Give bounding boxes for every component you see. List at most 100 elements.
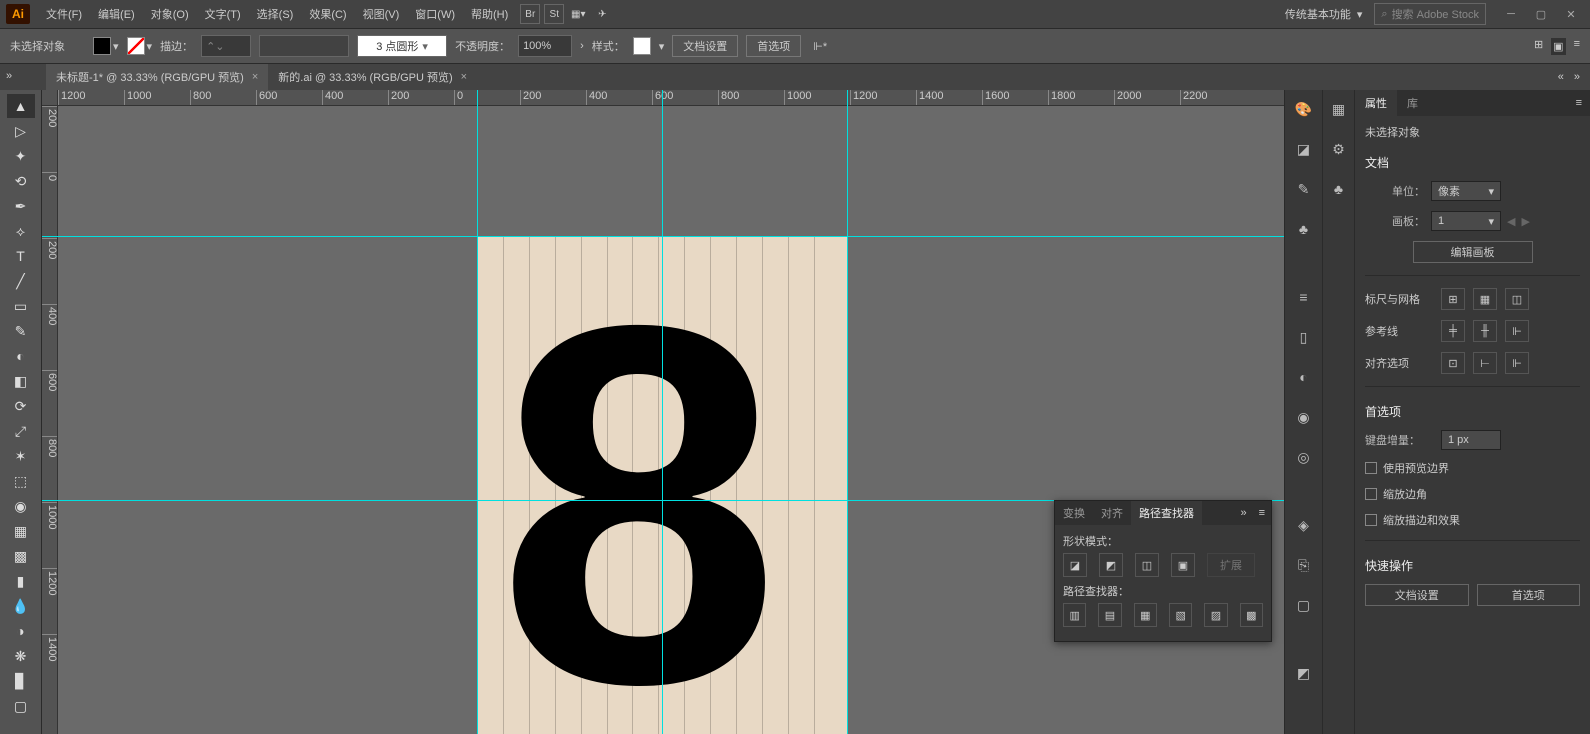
menu-select[interactable]: 选择(S) (249, 0, 302, 28)
guide-horizontal[interactable] (42, 236, 1284, 237)
panel-collapse-icon[interactable]: » (1234, 507, 1252, 519)
graphic-styles-icon[interactable]: ◎ (1293, 446, 1315, 468)
snap-pixel-icon[interactable]: ⊡ (1441, 352, 1465, 374)
panel-toggle-icon[interactable]: ▣ (1551, 38, 1565, 55)
eyedropper-tool[interactable]: 💧 (7, 594, 35, 618)
keyboard-increment-input[interactable]: 1 px (1441, 430, 1501, 450)
free-transform-tool[interactable]: ⬚ (7, 469, 35, 493)
tab-pathfinder[interactable]: 路径查找器 (1131, 501, 1202, 525)
width-tool[interactable]: ✶ (7, 444, 35, 468)
guide-vertical[interactable] (477, 90, 478, 734)
close-tab-icon[interactable]: × (252, 71, 258, 83)
club-icon[interactable]: ♣ (1328, 178, 1350, 200)
search-stock[interactable]: ⌕ 搜索 Adobe Stock (1374, 3, 1486, 25)
ruler-horizontal[interactable]: 1200100080060040020002004006008001000120… (58, 90, 1284, 106)
outline-icon[interactable]: ▨ (1204, 603, 1227, 627)
direct-selection-tool[interactable]: ▷ (7, 119, 35, 143)
menu-window[interactable]: 窗口(W) (407, 0, 463, 28)
style-swatch[interactable] (633, 37, 651, 55)
snap-grid-icon[interactable]: ⊩ (1505, 352, 1529, 374)
artboard-tool[interactable]: ▢ (7, 694, 35, 718)
edit-artboards-button[interactable]: 编辑画板 (1413, 241, 1533, 263)
checkbox-preview-bounds[interactable]: 使用预览边界 (1365, 460, 1580, 476)
stroke-swatch[interactable] (127, 37, 145, 55)
perspective-tool[interactable]: ▦ (7, 519, 35, 543)
type-tool[interactable]: T (7, 244, 35, 268)
menu-file[interactable]: 文件(F) (38, 0, 90, 28)
guide-vertical[interactable] (847, 90, 848, 734)
scale-tool[interactable]: ⤢ (7, 419, 35, 443)
minimize-button[interactable]: ─ (1498, 4, 1524, 24)
checkbox-scale-strokes[interactable]: 缩放描边和效果 (1365, 512, 1580, 528)
bridge-icon[interactable]: Br (520, 4, 540, 24)
transparency-grid-icon[interactable]: ◫ (1505, 288, 1529, 310)
smart-guides-icon[interactable]: ⊩ (1505, 320, 1529, 342)
close-button[interactable]: ✕ (1558, 4, 1584, 24)
quick-preferences-button[interactable]: 首选项 (1477, 584, 1581, 606)
arrange-icon[interactable]: ▦▾ (568, 4, 588, 24)
ruler-origin[interactable] (42, 90, 58, 106)
lasso-tool[interactable]: ⟲ (7, 169, 35, 193)
var-width-profile[interactable] (259, 35, 349, 57)
menu-object[interactable]: 对象(O) (143, 0, 197, 28)
recolor-icon[interactable]: ⚙ (1328, 138, 1350, 160)
panel-menu-icon[interactable]: ≡ (1568, 97, 1590, 109)
mesh-tool[interactable]: ▩ (7, 544, 35, 568)
gpu-icon[interactable]: ✈ (592, 4, 612, 24)
prev-artboard-icon[interactable]: ◀ (1507, 215, 1515, 228)
panel-menu-icon[interactable]: ≡ (1253, 507, 1271, 519)
chevron-down-icon[interactable]: ▾ (113, 40, 119, 53)
transparency-icon[interactable]: ◐ (1293, 366, 1315, 388)
swatches-icon[interactable]: ◪ (1293, 138, 1315, 160)
grid-icon[interactable]: ▦ (1473, 288, 1497, 310)
gradient-tool[interactable]: ▮ (7, 569, 35, 593)
curvature-tool[interactable]: ⟡ (7, 219, 35, 243)
guide-vertical[interactable] (662, 90, 663, 734)
expand-tools-icon[interactable]: » (6, 70, 12, 82)
menu-effect[interactable]: 效果(C) (301, 0, 354, 28)
chevron-down-icon[interactable]: ▾ (147, 40, 153, 53)
color-panel-icon[interactable]: 🎨 (1293, 98, 1315, 120)
pathfinder-dock-icon[interactable]: ◩ (1293, 662, 1315, 684)
collapse-panel-icon[interactable]: « (1558, 71, 1564, 83)
stock-icon[interactable]: St (544, 4, 564, 24)
snap-point-icon[interactable]: ⊢ (1473, 352, 1497, 374)
pen-tool[interactable]: ✒ (7, 194, 35, 218)
units-dropdown[interactable]: 像素▾ (1431, 181, 1501, 201)
selection-tool[interactable]: ▲ (7, 94, 35, 118)
paintbrush-tool[interactable]: ✎ (7, 319, 35, 343)
crop-icon[interactable]: ▧ (1169, 603, 1192, 627)
intersect-icon[interactable]: ◫ (1135, 553, 1159, 577)
divide-icon[interactable]: ▥ (1063, 603, 1086, 627)
stroke-panel-icon[interactable]: ≡ (1293, 286, 1315, 308)
menu-type[interactable]: 文字(T) (197, 0, 249, 28)
layers-icon[interactable]: ◈ (1293, 514, 1315, 536)
brushes-icon[interactable]: ✎ (1293, 178, 1315, 200)
appearance-icon[interactable]: ◉ (1293, 406, 1315, 428)
menu-view[interactable]: 视图(V) (355, 0, 408, 28)
gradient-panel-icon[interactable]: ▯ (1293, 326, 1315, 348)
shape-builder-tool[interactable]: ◉ (7, 494, 35, 518)
stroke-weight-input[interactable]: ⌃⌄ (201, 35, 251, 57)
menu-icon[interactable]: ≡ (1574, 38, 1580, 55)
maximize-button[interactable]: ▢ (1528, 4, 1554, 24)
chevron-down-icon[interactable]: ▾ (659, 40, 665, 53)
minus-back-icon[interactable]: ▩ (1240, 603, 1263, 627)
menu-edit[interactable]: 编辑(E) (90, 0, 143, 28)
doc-tab-inactive[interactable]: 新的.ai @ 33.33% (RGB/GPU 预览) × (268, 64, 477, 90)
merge-icon[interactable]: ▦ (1134, 603, 1157, 627)
rotate-tool[interactable]: ⟳ (7, 394, 35, 418)
line-tool[interactable]: ╱ (7, 269, 35, 293)
collapse-icon[interactable]: ⊞ (1534, 38, 1543, 55)
workspace-dropdown[interactable]: 传统基本功能 ▾ (1277, 3, 1371, 25)
trim-icon[interactable]: ▤ (1098, 603, 1121, 627)
doc-tab-active[interactable]: 未标题-1* @ 33.33% (RGB/GPU 预览) × (46, 64, 268, 90)
asset-export-icon[interactable]: ⎘ (1293, 554, 1315, 576)
color-guide-icon[interactable]: ▦ (1328, 98, 1350, 120)
canvas-area[interactable]: 1200100080060040020002004006008001000120… (42, 90, 1284, 734)
rulers-icon[interactable]: ⊞ (1441, 288, 1465, 310)
minus-front-icon[interactable]: ◩ (1099, 553, 1123, 577)
opacity-chevron-icon[interactable]: › (580, 40, 584, 52)
align-to-icon[interactable]: ⊩* (813, 40, 827, 53)
fill-swatch[interactable] (93, 37, 111, 55)
